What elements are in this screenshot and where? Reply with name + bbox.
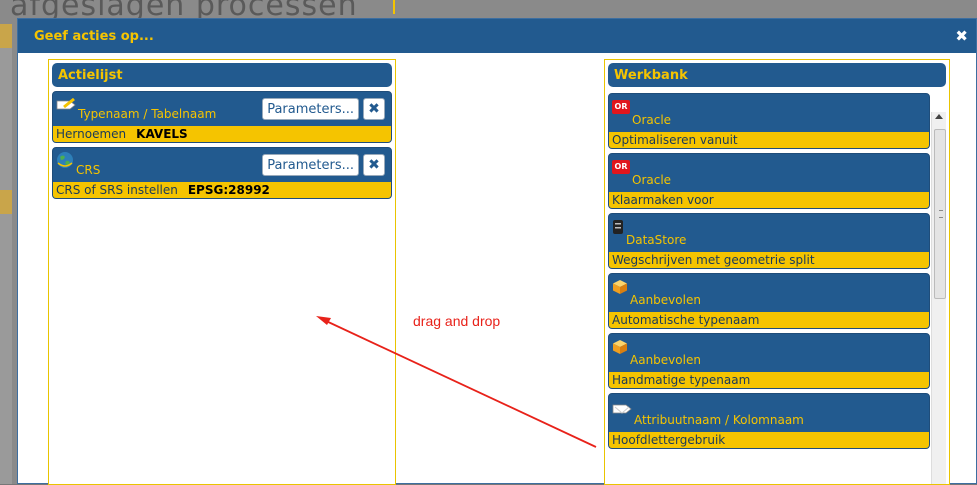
workbench-item[interactable]: Aanbevolen Handmatige typenaam (608, 333, 930, 389)
action-item-name: CRS (76, 163, 101, 177)
workbench-item-name: DataStore (626, 233, 687, 247)
workbench-item-label: Hoofdlettergebruik (612, 433, 726, 447)
workbench-list: OR Oracle Optimaliseren vanuit OR Oracle… (605, 89, 930, 449)
action-item-value: EPSG:28992 (187, 183, 270, 197)
workbench-item-label: Optimaliseren vanuit (612, 133, 738, 147)
oracle-icon: OR (612, 100, 630, 114)
background-divider (393, 0, 395, 14)
workbench-item-name: Aanbevolen (630, 353, 701, 367)
grip-icon (939, 210, 943, 218)
action-item-label: Hernoemen (56, 127, 127, 141)
actions-dialog: Geef acties op... ✖ Actielijst Typenaam … (17, 18, 977, 485)
action-list-panel[interactable]: Actielijst Typenaam / Tabelnaam Paramete… (48, 59, 396, 485)
workbench-item-label: Klaarmaken voor (612, 193, 714, 207)
globe-icon (57, 152, 73, 168)
background-tab (0, 24, 12, 48)
drag-drop-annotation: drag and drop (413, 313, 501, 329)
workbench-item-label: Automatische typenaam (612, 313, 760, 327)
parameters-button[interactable]: Parameters... (262, 154, 359, 176)
action-item-typenaam[interactable]: Typenaam / Tabelnaam Parameters... ✖ Her… (52, 91, 392, 143)
workbench-item[interactable]: Attribuutnaam / Kolomnaam Hoofdlettergeb… (608, 393, 930, 449)
action-item-label: CRS of SRS instellen (56, 183, 178, 197)
cube-icon (613, 340, 627, 354)
workbench-item-name: Aanbevolen (630, 293, 701, 307)
action-item-value: KAVELS (136, 127, 188, 141)
action-list-header: Actielijst (52, 63, 392, 87)
workbench-item-name: Oracle (632, 113, 672, 127)
workbench-item-name: Oracle (632, 173, 672, 187)
action-item-name: Typenaam / Tabelnaam (78, 107, 217, 121)
background-tab (0, 190, 12, 214)
close-icon[interactable]: ✖ (955, 27, 968, 45)
datastore-icon (613, 220, 623, 234)
workbench-item-name: Attribuutnaam / Kolomnaam (634, 413, 804, 427)
tag-icon (612, 404, 632, 414)
tag-icon (56, 98, 76, 110)
workbench-item[interactable]: OR Oracle Optimaliseren vanuit (608, 93, 930, 149)
workbench-item-label: Wegschrijven met geometrie split (612, 253, 815, 267)
scroll-up-icon[interactable] (935, 114, 943, 119)
workbench-item[interactable]: DataStore Wegschrijven met geometrie spl… (608, 213, 930, 269)
workbench-item[interactable]: Aanbevolen Automatische typenaam (608, 273, 930, 329)
action-item-crs[interactable]: CRS Parameters... ✖ CRS of SRS instellen… (52, 147, 392, 199)
remove-icon[interactable]: ✖ (363, 98, 385, 120)
workbench-item-label: Handmatige typenaam (612, 373, 751, 387)
dialog-title: Geef acties op... (34, 28, 154, 44)
dialog-titlebar[interactable]: Geef acties op... ✖ (18, 19, 976, 53)
remove-icon[interactable]: ✖ (363, 154, 385, 176)
scroll-thumb[interactable] (934, 129, 946, 299)
oracle-icon: OR (612, 160, 630, 174)
workbench-panel[interactable]: Werkbank OR Oracle Optimaliseren vanuit … (604, 59, 950, 485)
workbench-scrollbar[interactable] (931, 112, 946, 484)
parameters-button[interactable]: Parameters... (262, 98, 359, 120)
workbench-item[interactable]: OR Oracle Klaarmaken voor (608, 153, 930, 209)
cube-icon (613, 280, 627, 294)
workbench-header: Werkbank (608, 63, 946, 87)
background-sidebar (0, 48, 12, 484)
